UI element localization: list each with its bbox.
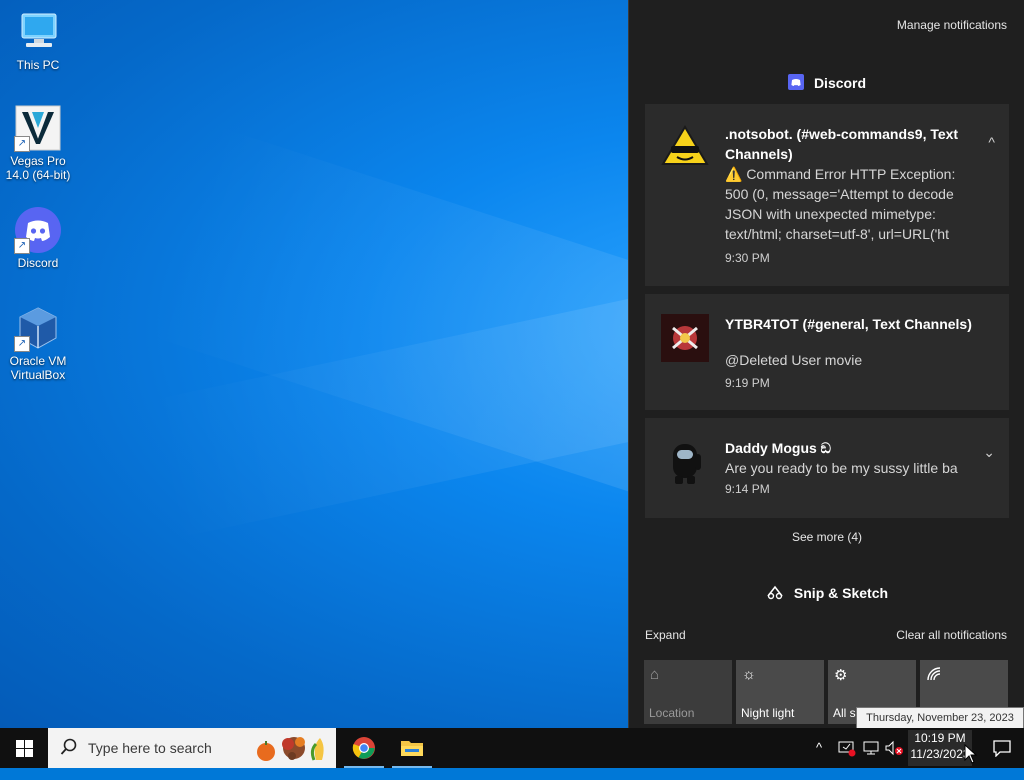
search-icon: [60, 738, 78, 761]
volume-muted-icon[interactable]: [884, 739, 904, 779]
snip-sketch-group-header[interactable]: Snip & Sketch: [629, 584, 1024, 603]
settings-gear-icon: ⚙: [834, 667, 848, 684]
desktop-icon-this-pc[interactable]: This PC: [0, 8, 76, 72]
shortcut-arrow-icon: ↗: [14, 238, 30, 254]
manage-notifications-link[interactable]: Manage notifications: [897, 18, 1007, 32]
desktop-icon-label: Oracle VM VirtualBox: [9, 354, 67, 382]
taskbar-search-box[interactable]: Type here to search: [48, 728, 336, 768]
notification-title: Daddy Mogus ඞ: [725, 440, 832, 456]
discord-group-header[interactable]: Discord: [629, 74, 1024, 93]
notification-time: 9:14 PM: [725, 482, 770, 496]
notification-body-line: text/html; charset=utf-8', url=URL('ht: [725, 226, 949, 242]
notification-card[interactable]: YTBR4TOT (#general, Text Channels) @Dele…: [645, 294, 1009, 410]
desktop-icon-discord[interactable]: ↗ Discord: [0, 206, 76, 270]
discord-small-icon: [787, 74, 804, 93]
notification-title: .notsobot. (#web-commands9, Text Channel…: [725, 126, 959, 162]
windows-logo-icon: [16, 740, 33, 762]
tray-overflow-chevron-icon[interactable]: ^: [816, 740, 822, 780]
notsobot-avatar: [661, 124, 709, 172]
see-more-link[interactable]: See more (4): [629, 530, 1024, 544]
notification-card[interactable]: .notsobot. (#web-commands9, Text Channel…: [645, 104, 1009, 286]
taskbar-clock[interactable]: 10:19 PM 11/23/2023: [908, 730, 972, 766]
start-button[interactable]: [0, 728, 48, 768]
notification-body-line: ⚠️ Command Error HTTP Exception:: [725, 166, 956, 182]
defender-alert-icon[interactable]: [838, 739, 856, 779]
snip-sketch-icon: [766, 584, 784, 603]
search-placeholder: Type here to search: [88, 740, 212, 756]
clear-all-notifications-link[interactable]: Clear all notifications: [896, 628, 1007, 642]
search-highlight-thanksgiving-icon: [252, 732, 332, 764]
expand-chevron-icon[interactable]: ⌄: [983, 444, 995, 461]
taskbar-chrome[interactable]: [340, 728, 388, 768]
snip-sketch-title: Snip & Sketch: [793, 585, 889, 601]
collapse-chevron-icon[interactable]: ^: [988, 134, 995, 150]
discord-group-title: Discord: [813, 75, 867, 91]
folder-icon: [400, 738, 424, 763]
clock-date: 11/23/2023: [910, 747, 970, 761]
notification-title: YTBR4TOT (#general, Text Channels): [725, 316, 972, 332]
desktop-icon-label: Vegas Pro 14.0 (64-bit): [5, 154, 71, 182]
action-center-panel: Manage notifications Discord .notsobot. …: [628, 0, 1024, 728]
taskbar-file-explorer[interactable]: [388, 728, 436, 768]
notification-icon: [992, 739, 1012, 762]
quick-action-label: Night light: [741, 706, 795, 720]
notification-body-line: @Deleted User movie: [725, 352, 863, 368]
shortcut-arrow-icon: ↗: [14, 336, 30, 352]
among-us-avatar: [661, 438, 709, 486]
clock-time: 10:19 PM: [914, 731, 966, 745]
notification-body-line: Are you ready to be my sussy little ba: [725, 460, 958, 476]
desktop-icon-vegas-pro[interactable]: ↗ Vegas Pro 14.0 (64-bit): [0, 104, 76, 182]
desktop-icon-label: This PC: [16, 58, 60, 72]
mouse-cursor-icon: [964, 743, 978, 769]
vegas-pro-icon: ↗: [14, 104, 62, 152]
discord-icon: ↗: [14, 206, 62, 254]
action-center-button[interactable]: [980, 728, 1024, 768]
desktop-icon-label: Discord: [17, 256, 59, 270]
quick-action-night-light[interactable]: ☼ Night light: [736, 660, 824, 724]
night-light-icon: ☼: [742, 666, 756, 683]
this-pc-icon: [14, 8, 62, 56]
shortcut-arrow-icon: ↗: [14, 136, 30, 152]
notification-body-line: 500 (0, message='Attempt to decode: [725, 186, 954, 202]
notification-time: 9:19 PM: [725, 376, 770, 390]
notification-body-line: JSON with unexpected mimetype:: [725, 206, 936, 222]
expand-quick-actions-link[interactable]: Expand: [645, 628, 686, 642]
location-icon: ⌂: [650, 666, 660, 683]
desktop-icon-virtualbox[interactable]: ↗ Oracle VM VirtualBox: [0, 304, 76, 382]
quick-action-location[interactable]: ⌂ Location: [644, 660, 732, 724]
date-tooltip: Thursday, November 23, 2023: [856, 707, 1024, 729]
ytbr4tot-avatar: [661, 314, 709, 362]
taskbar: Type here to search ^ 10:19 PM 11/23/202…: [0, 728, 1024, 768]
notification-card[interactable]: Daddy Mogus ඞ Are you ready to be my sus…: [645, 418, 1009, 518]
notification-time: 9:30 PM: [725, 251, 770, 265]
chrome-icon: [352, 736, 376, 765]
network-icon: [926, 666, 942, 686]
virtualbox-icon: ↗: [14, 304, 62, 352]
network-wired-icon[interactable]: [862, 739, 880, 779]
quick-action-label: Location: [649, 706, 695, 720]
